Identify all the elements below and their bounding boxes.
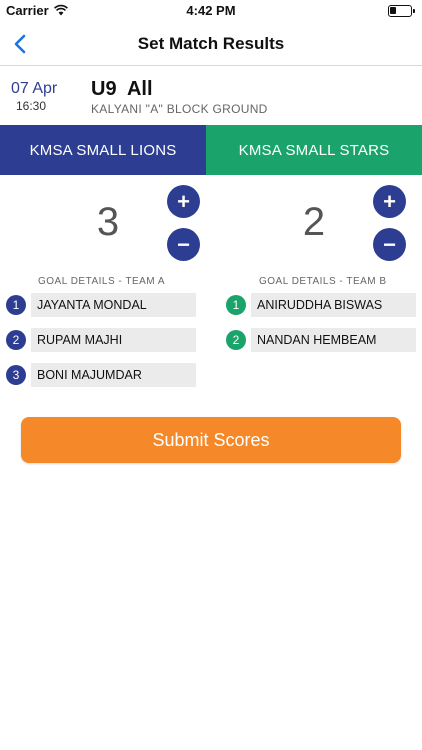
team-b-decrement-button[interactable]: − bbox=[373, 228, 406, 261]
goal-number-badge: 1 bbox=[6, 295, 26, 315]
match-info: 07 Apr 16:30 U9 All KALYANI "A" BLOCK GR… bbox=[0, 66, 422, 124]
team-a-decrement-button[interactable]: − bbox=[167, 228, 200, 261]
match-time: 16:30 bbox=[16, 99, 47, 113]
goal-number-badge: 2 bbox=[6, 330, 26, 350]
match-category: U9 All bbox=[91, 78, 153, 100]
goal-row-team-a: 3 BONI MAJUMDAR bbox=[6, 363, 196, 387]
goal-scorer-field[interactable]: RUPAM MAJHI bbox=[31, 328, 196, 352]
goal-details-header-team-b: GOAL DETAILS - TEAM B bbox=[259, 276, 387, 287]
battery-icon bbox=[388, 5, 415, 17]
plus-icon: + bbox=[383, 188, 396, 214]
team-a-increment-button[interactable]: + bbox=[167, 185, 200, 218]
submit-scores-button[interactable]: Submit Scores bbox=[21, 417, 401, 463]
status-bar: Carrier 4:42 PM bbox=[0, 0, 422, 22]
goal-scorer-field[interactable]: NANDAN HEMBEAM bbox=[251, 328, 416, 352]
minus-icon: − bbox=[383, 231, 396, 257]
team-a-header: KMSA SMALL LIONS bbox=[0, 125, 206, 175]
page-title: Set Match Results bbox=[137, 34, 285, 53]
goal-details-header-team-a: GOAL DETAILS - TEAM A bbox=[38, 276, 166, 287]
navigation-bar: Set Match Results bbox=[0, 22, 422, 66]
minus-icon: − bbox=[177, 231, 190, 257]
goal-number-badge: 2 bbox=[226, 330, 246, 350]
goal-row-team-a: 2 RUPAM MAJHI bbox=[6, 328, 196, 352]
goal-number-badge: 1 bbox=[226, 295, 246, 315]
team-a-score: 3 bbox=[96, 200, 120, 244]
battery-level bbox=[390, 7, 396, 14]
plus-icon: + bbox=[177, 188, 190, 214]
team-b-score: 2 bbox=[302, 200, 326, 244]
goal-row-team-a: 1 JAYANTA MONDAL bbox=[6, 293, 196, 317]
match-date: 07 Apr bbox=[11, 80, 58, 97]
team-b-header: KMSA SMALL STARS bbox=[206, 125, 422, 175]
goal-scorer-field[interactable]: ANIRUDDHA BISWAS bbox=[251, 293, 416, 317]
goal-number-badge: 3 bbox=[6, 365, 26, 385]
goal-row-team-b: 2 NANDAN HEMBEAM bbox=[226, 328, 416, 352]
match-venue: KALYANI "A" BLOCK GROUND bbox=[91, 102, 268, 116]
goal-scorer-field[interactable]: JAYANTA MONDAL bbox=[31, 293, 196, 317]
goal-scorer-field[interactable]: BONI MAJUMDAR bbox=[31, 363, 196, 387]
status-time: 4:42 PM bbox=[186, 3, 236, 18]
team-b-increment-button[interactable]: + bbox=[373, 185, 406, 218]
goal-row-team-b: 1 ANIRUDDHA BISWAS bbox=[226, 293, 416, 317]
